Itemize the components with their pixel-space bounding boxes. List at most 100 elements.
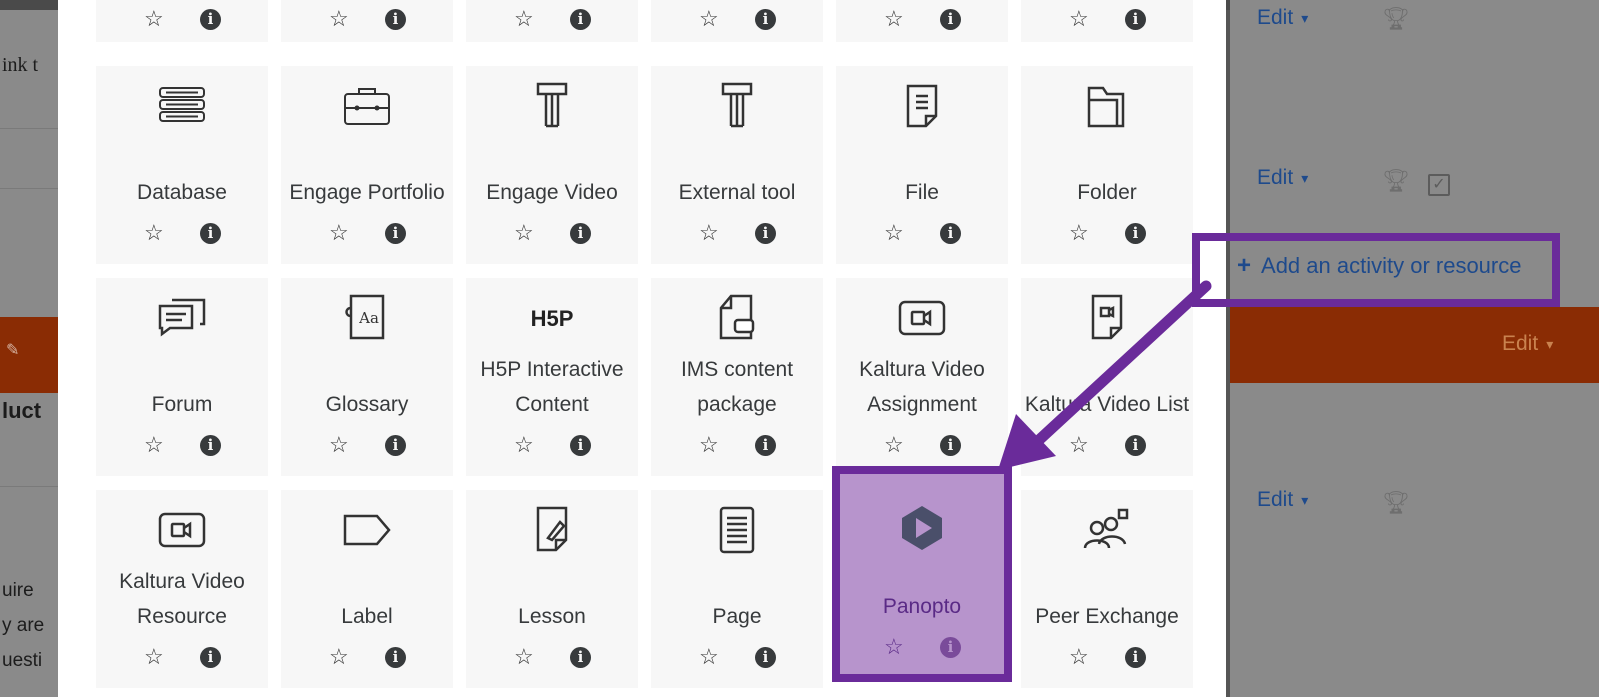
star-icon[interactable]: ☆ — [884, 636, 904, 658]
edit-label: Edit — [1257, 6, 1294, 29]
star-icon[interactable]: ☆ — [514, 8, 534, 30]
info-icon[interactable]: i — [570, 9, 591, 30]
info-icon[interactable]: i — [755, 223, 776, 244]
activity-tile-lesson[interactable]: Lesson ☆ i — [466, 490, 638, 688]
star-icon[interactable]: ☆ — [1069, 8, 1089, 30]
bg-text-line: uesti — [2, 650, 43, 671]
info-icon[interactable]: i — [385, 9, 406, 30]
star-icon[interactable]: ☆ — [144, 8, 164, 30]
svg-text:H5P: H5P — [531, 306, 574, 331]
star-icon[interactable]: ☆ — [699, 222, 719, 244]
info-icon[interactable]: i — [570, 435, 591, 456]
edit-menu-button[interactable]: Edit ▾ — [1257, 6, 1308, 30]
star-icon[interactable]: ☆ — [884, 434, 904, 456]
activity-tile-database[interactable]: Database ☆ i — [96, 66, 268, 264]
info-icon[interactable]: i — [940, 9, 961, 30]
edit-label: Edit — [1257, 488, 1294, 511]
activity-tile-kaltura-video-resource[interactable]: Kaltura Video Resource ☆ i — [96, 490, 268, 688]
info-icon[interactable]: i — [200, 647, 221, 668]
section-title: luct — [2, 398, 42, 423]
activity-tile[interactable]: ☆ i — [466, 0, 638, 42]
star-icon[interactable]: ☆ — [699, 434, 719, 456]
star-icon[interactable]: ☆ — [144, 222, 164, 244]
activity-tile-kaltura-video-assignment[interactable]: Kaltura Video Assignment ☆ i — [836, 278, 1008, 476]
star-icon[interactable]: ☆ — [1069, 222, 1089, 244]
activity-tile-kaltura-video-list[interactable]: Kaltura Video List ☆ i — [1021, 278, 1193, 476]
label-icon — [343, 514, 391, 546]
activity-tile[interactable]: ☆ i — [836, 0, 1008, 42]
info-icon[interactable]: i — [200, 9, 221, 30]
star-icon[interactable]: ☆ — [329, 646, 349, 668]
info-icon[interactable]: i — [940, 637, 961, 658]
panopto-icon — [902, 506, 942, 550]
activity-tile[interactable]: ☆ i — [1021, 0, 1193, 42]
info-icon[interactable]: i — [200, 435, 221, 456]
info-icon[interactable]: i — [755, 435, 776, 456]
edit-menu-button[interactable]: Edit ▾ — [1257, 488, 1308, 512]
star-icon[interactable]: ☆ — [1069, 646, 1089, 668]
activity-tile-label[interactable]: Label ☆ i — [281, 490, 453, 688]
star-icon[interactable]: ☆ — [884, 8, 904, 30]
star-icon[interactable]: ☆ — [329, 8, 349, 30]
activity-tile-forum[interactable]: Forum ☆ i — [96, 278, 268, 476]
activity-name: Panopto — [882, 595, 962, 618]
activity-tile-folder[interactable]: Folder ☆ i — [1021, 66, 1193, 264]
info-icon[interactable]: i — [940, 223, 961, 244]
svg-text:Aa: Aa — [358, 309, 379, 327]
edit-menu-button[interactable]: Edit ▾ — [1257, 166, 1308, 190]
activity-tile[interactable]: ☆ i — [651, 0, 823, 42]
file-icon — [906, 84, 938, 128]
info-icon[interactable]: i — [385, 435, 406, 456]
info-icon[interactable]: i — [385, 647, 406, 668]
star-icon[interactable]: ☆ — [144, 434, 164, 456]
caret-down-icon: ▾ — [1546, 335, 1554, 352]
peer-exchange-icon — [1083, 508, 1129, 549]
info-icon[interactable]: i — [570, 647, 591, 668]
star-icon[interactable]: ☆ — [329, 222, 349, 244]
activity-tile-ims-package[interactable]: IMS content package ☆ i — [651, 278, 823, 476]
edit-menu-button[interactable]: Edit ▾ — [1502, 332, 1553, 356]
activity-tile-external-tool[interactable]: External tool ☆ i — [651, 66, 823, 264]
activity-chooser-modal: ☆ i ☆ i ☆ i ☆ i ☆ i ☆ i Database ☆ i Engage Por… — [58, 0, 1226, 697]
activity-tile[interactable]: ☆ i — [96, 0, 268, 42]
pencil-icon[interactable]: ✎ — [6, 340, 20, 359]
ims-package-icon — [719, 294, 755, 340]
star-icon[interactable]: ☆ — [1069, 434, 1089, 456]
info-icon[interactable]: i — [1125, 223, 1146, 244]
star-icon[interactable]: ☆ — [514, 434, 534, 456]
activity-tile-page[interactable]: Page ☆ i — [651, 490, 823, 688]
star-icon[interactable]: ☆ — [699, 8, 719, 30]
h5p-icon: H5P — [531, 306, 574, 331]
info-icon[interactable]: i — [570, 223, 591, 244]
activity-tile-h5p[interactable]: H5P H5P Interactive Content ☆ i — [466, 278, 638, 476]
activity-name: Folder — [1077, 181, 1137, 204]
activity-name: External tool — [678, 181, 796, 204]
completion-checkbox-icon[interactable]: ✓ — [1428, 174, 1450, 196]
kaltura-video-icon — [898, 300, 946, 336]
database-icon — [159, 87, 205, 122]
activity-tile-glossary[interactable]: Aa Glossary ☆ i — [281, 278, 453, 476]
info-icon[interactable]: i — [200, 223, 221, 244]
activity-tile[interactable]: ☆ i — [281, 0, 453, 42]
star-icon[interactable]: ☆ — [144, 646, 164, 668]
star-icon[interactable]: ☆ — [884, 222, 904, 244]
activity-name: IMS content package — [680, 358, 794, 416]
info-icon[interactable]: i — [1125, 647, 1146, 668]
star-icon[interactable]: ☆ — [514, 222, 534, 244]
star-icon[interactable]: ☆ — [329, 434, 349, 456]
info-icon[interactable]: i — [1125, 435, 1146, 456]
caret-down-icon: ▾ — [1301, 491, 1309, 508]
star-icon[interactable]: ☆ — [514, 646, 534, 668]
info-icon[interactable]: i — [755, 647, 776, 668]
info-icon[interactable]: i — [385, 223, 406, 244]
star-icon[interactable]: ☆ — [699, 646, 719, 668]
activity-name: Engage Video — [486, 181, 618, 204]
info-icon[interactable]: i — [1125, 9, 1146, 30]
activity-tile-engage-portfolio[interactable]: Engage Portfolio ☆ i — [281, 66, 453, 264]
info-icon[interactable]: i — [755, 9, 776, 30]
activity-tile-engage-video[interactable]: Engage Video ☆ i — [466, 66, 638, 264]
activity-tile-panopto[interactable]: Panopto ☆ i — [832, 466, 1012, 682]
activity-tile-file[interactable]: File ☆ i — [836, 66, 1008, 264]
info-icon[interactable]: i — [940, 435, 961, 456]
activity-tile-peer-exchange[interactable]: Peer Exchange ☆ i — [1021, 490, 1193, 688]
